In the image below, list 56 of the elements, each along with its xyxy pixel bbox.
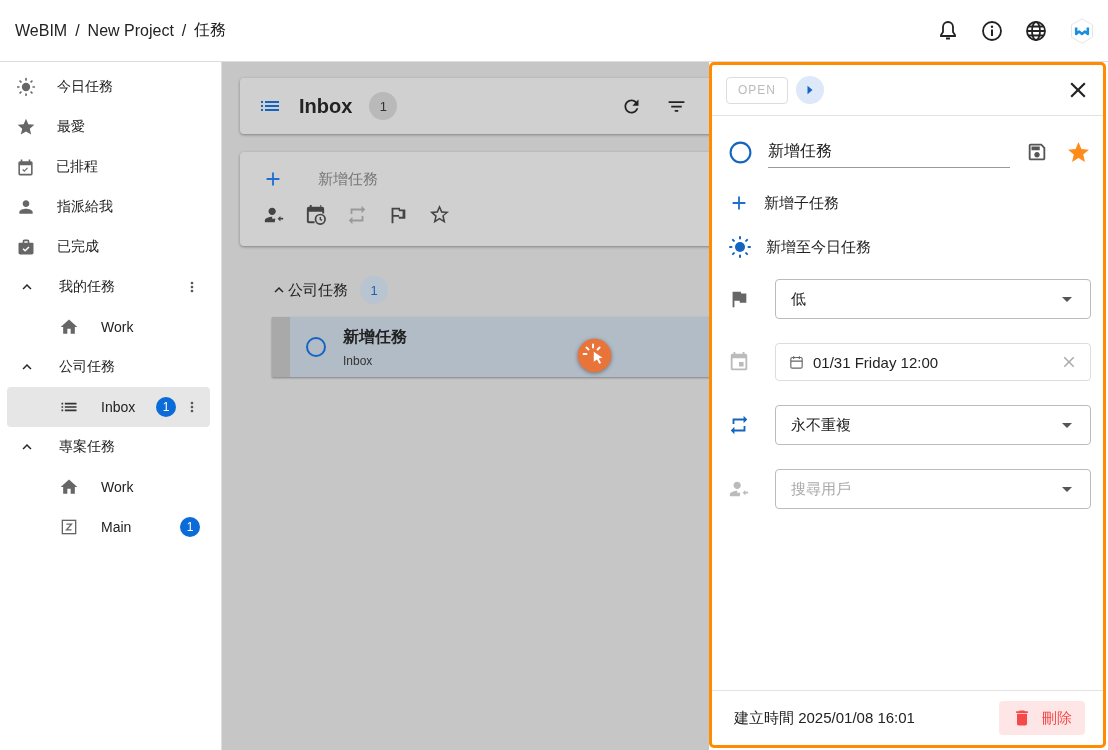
sidebar-group-header[interactable]: 公司任務 <box>7 347 210 387</box>
star-outline-icon[interactable] <box>428 203 451 226</box>
task-title: 新增任務 <box>343 326 407 347</box>
section-title: 公司任務 <box>288 280 348 300</box>
briefcase-check-icon <box>16 237 36 257</box>
count-badge: 1 <box>156 397 176 417</box>
home-icon <box>59 317 79 337</box>
play-button[interactable] <box>796 76 824 104</box>
sidebar-group-header[interactable]: 我的任務 <box>7 267 210 307</box>
info-icon[interactable] <box>980 18 1004 43</box>
dropdown-caret-icon <box>1062 486 1072 492</box>
calendar-check-icon <box>16 157 35 177</box>
add-to-today-button[interactable]: 新增至今日任務 <box>712 225 1103 269</box>
list-title: Inbox <box>299 94 353 118</box>
sidebar-item[interactable]: Work <box>7 307 210 347</box>
save-icon[interactable] <box>1026 141 1048 163</box>
click-cursor-icon <box>577 338 612 373</box>
task-list-name: Inbox <box>343 353 374 368</box>
calendar-icon <box>788 353 805 371</box>
app-logo[interactable] <box>1068 16 1096 45</box>
count-badge: 1 <box>180 517 200 537</box>
star-icon[interactable] <box>1066 139 1091 165</box>
sidebar-item[interactable]: 今日任務 <box>7 67 210 107</box>
count-badge: 1 <box>369 92 398 120</box>
sidebar-item[interactable]: Main 1 <box>7 507 210 547</box>
home-icon <box>59 477 79 497</box>
globe-icon[interactable] <box>1024 18 1048 43</box>
breadcrumb-separator: / <box>75 21 80 40</box>
created-time: 建立時間 2025/01/08 16:01 <box>734 708 915 728</box>
count-badge: 1 <box>360 276 388 304</box>
sidebar-item[interactable]: Work <box>7 467 210 507</box>
breadcrumb-separator: / <box>181 21 187 40</box>
new-task-input[interactable]: 新增任務 <box>318 166 618 191</box>
star-icon <box>16 117 36 137</box>
sun-icon <box>16 77 36 97</box>
sidebar-item[interactable]: 指派給我 <box>7 187 210 227</box>
due-date-field[interactable]: 01/31 Friday 12:00 <box>775 343 1091 381</box>
event-icon <box>728 351 750 373</box>
square-z-icon <box>59 517 79 537</box>
sidebar-item[interactable]: 已排程 <box>7 147 210 187</box>
task-checkbox[interactable] <box>728 139 753 165</box>
breadcrumb-link[interactable]: WeBIM <box>15 21 68 40</box>
dropdown-caret-icon <box>1062 422 1072 428</box>
calendar-clock-icon[interactable] <box>304 203 327 226</box>
sidebar-item[interactable]: Inbox 1 <box>7 387 210 427</box>
sidebar-item[interactable]: 最愛 <box>7 107 210 147</box>
dropdown-caret-icon <box>1062 296 1072 302</box>
repeat-select[interactable]: 永不重複 <box>775 405 1091 445</box>
breadcrumb-link[interactable]: New Project <box>87 21 174 40</box>
breadcrumb-link[interactable]: 任務 <box>194 20 227 41</box>
sidebar-item[interactable]: 已完成 <box>7 227 210 267</box>
sidebar-group-header[interactable]: 專案任務 <box>7 427 210 467</box>
add-subtask-button[interactable]: 新增子任務 <box>712 181 1103 225</box>
priority-select[interactable]: 低 <box>775 279 1091 319</box>
task-checkbox[interactable] <box>304 335 328 359</box>
task-card[interactable]: 新增任務 Inbox <box>272 317 709 377</box>
